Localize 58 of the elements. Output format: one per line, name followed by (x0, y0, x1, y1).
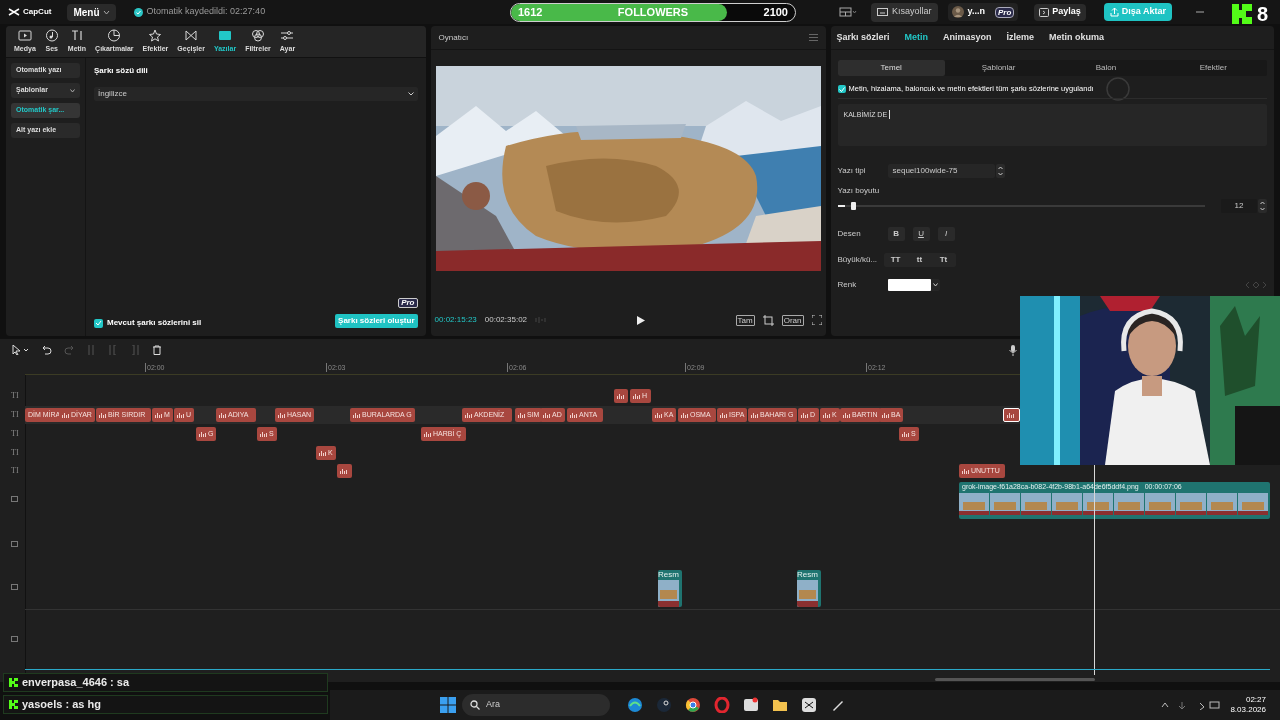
field-label: Büyük/kü... (837, 254, 879, 266)
track-type-label: TI (11, 447, 19, 459)
viewer-count: 8 (1257, 4, 1269, 24)
pro-badge: Pro (994, 6, 1015, 18)
subtab[interactable]: Efektler (1159, 60, 1267, 76)
case-button[interactable]: Tt (931, 253, 956, 267)
chat-text: enverpasa_4646 : sa (22, 675, 130, 691)
search-placeholder: Ara (486, 698, 500, 712)
language-dropdown[interactable]: İngilizce (94, 87, 418, 101)
share-button[interactable]: Paylaş (1034, 3, 1086, 21)
image-clip[interactable]: Resm (797, 570, 821, 607)
field-label: Renk (837, 279, 858, 291)
checkbox-label: Mevcut şarkı sözlerini sil (107, 317, 202, 329)
shortcuts-button[interactable]: Kısayollar (871, 2, 938, 22)
subtab[interactable]: Şablonlar (944, 60, 1053, 76)
italic-button[interactable]: I (937, 227, 955, 241)
app-name: CapCut (23, 6, 52, 18)
inspector-tab[interactable]: İzleme (1006, 30, 1035, 45)
autosave-status: Otomatik kaydedildi: 02:27:40 (146, 5, 266, 19)
case-button[interactable]: TT (883, 253, 908, 267)
user-name: y...n (967, 5, 985, 19)
image-clip[interactable]: Resm (658, 570, 682, 607)
goal-target: 2100 (763, 5, 788, 21)
clip-name: Resm (658, 570, 680, 580)
total-time: 00:02:35:02 (484, 314, 528, 326)
bold-button[interactable]: B (887, 227, 905, 241)
subtab[interactable]: Temel (837, 60, 945, 76)
full-quality-button[interactable]: Tam (735, 314, 755, 326)
menu-button[interactable]: Menü (67, 3, 116, 21)
account-chip[interactable]: y...n Pro (947, 3, 1019, 21)
underline-button[interactable]: U (912, 227, 930, 241)
subtab[interactable]: Balon (1052, 60, 1160, 76)
field-label: Desen (837, 228, 862, 240)
goal-current: 1612 (518, 5, 543, 21)
section-label: Şarkı sözü dili (94, 65, 149, 77)
panel-title: Oynatıcı (438, 31, 469, 44)
font-select[interactable]: sequel100wide-75 (887, 164, 995, 178)
search-field[interactable]: Ara (462, 694, 610, 716)
inspector-tab[interactable]: Şarkı sözleri (836, 30, 890, 45)
track-type-label: TI (11, 390, 19, 402)
field-label: Yazı tipi (837, 165, 867, 177)
pro-badge: Pro (398, 298, 418, 308)
case-button[interactable]: tt (907, 253, 932, 267)
clip-name: Resm (797, 570, 819, 580)
clock-time: 02:27 (1245, 695, 1266, 705)
inspector-tab[interactable]: Metin (904, 30, 929, 45)
chat-text: yasoels : as hg (22, 697, 101, 713)
track-type-label: TI (11, 409, 19, 421)
size-field[interactable]: 12 (1221, 199, 1257, 213)
clock-date: 8.03.2026 (1230, 705, 1266, 715)
track-type-label: TI (11, 465, 19, 477)
inspector-tab[interactable]: Metin okuma (1049, 30, 1105, 45)
aspect-ratio-button[interactable]: Oran (781, 314, 804, 326)
goal-label: FOLLOWERS (617, 5, 689, 21)
field-label: Yazı boyutu (837, 185, 881, 197)
inspector-tab[interactable]: Animasyon (943, 30, 992, 45)
track-type-label: TI (11, 428, 19, 440)
current-time: 00:02:15:23 (434, 314, 477, 326)
